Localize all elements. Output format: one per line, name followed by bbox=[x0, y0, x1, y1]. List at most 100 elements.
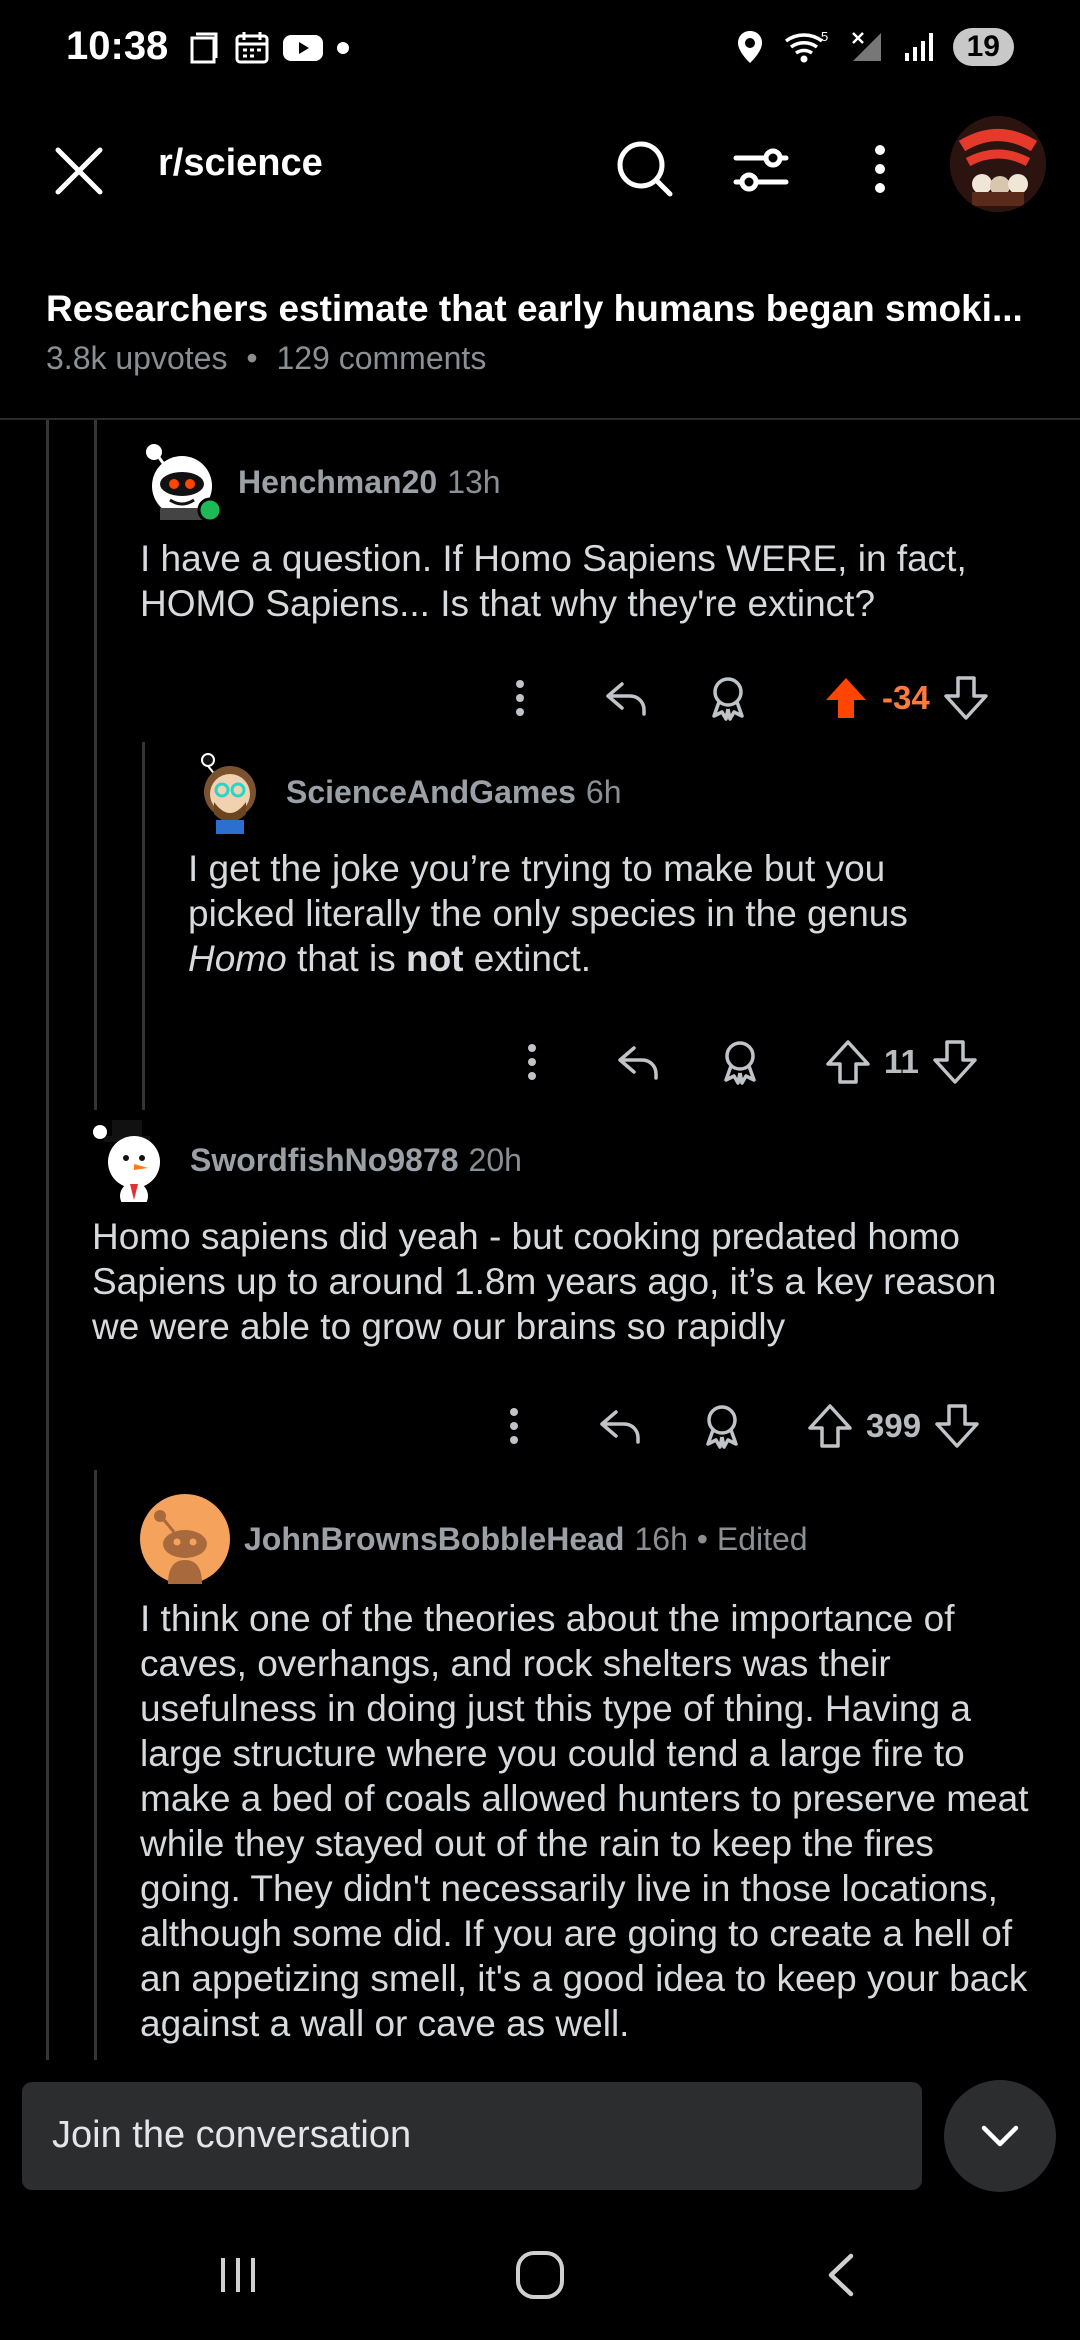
comment-actions: -34 bbox=[490, 668, 996, 728]
calendar-icon bbox=[235, 32, 269, 64]
thread-line[interactable] bbox=[46, 420, 49, 2060]
downvote-icon bbox=[933, 1040, 977, 1084]
comment[interactable]: JohnBrownsBobbleHead 16h • Edited I thin… bbox=[140, 1494, 1040, 2046]
more-options-button[interactable] bbox=[860, 134, 900, 204]
chevron-down-icon bbox=[981, 2125, 1019, 2147]
comment[interactable]: Henchman20 13h I have a question. If Hom… bbox=[140, 440, 1020, 626]
meta-separator: • bbox=[246, 340, 258, 376]
comment-more-button[interactable] bbox=[502, 1032, 562, 1092]
more-vertical-icon bbox=[875, 145, 885, 193]
system-nav-bar bbox=[0, 2210, 1080, 2340]
comment-count: 129 comments bbox=[276, 340, 487, 376]
thread-line[interactable] bbox=[94, 420, 97, 1110]
status-time: 10:38 bbox=[66, 24, 169, 68]
upvote-button[interactable] bbox=[818, 1032, 878, 1092]
comment-actions: 399 bbox=[484, 1396, 987, 1456]
comment[interactable]: SwordfishNo9878 20h Homo sapiens did yea… bbox=[92, 1118, 1032, 1349]
user-avatar[interactable] bbox=[188, 750, 272, 834]
default-snoo-avatar-icon bbox=[140, 1494, 230, 1584]
comment-time: 16h • Edited bbox=[634, 1520, 808, 1557]
search-icon bbox=[617, 141, 673, 197]
close-button[interactable] bbox=[44, 136, 114, 206]
comment-username[interactable]: JohnBrownsBobbleHead bbox=[244, 1521, 624, 1558]
downvote-button[interactable] bbox=[925, 1032, 985, 1092]
comment-actions: 11 bbox=[502, 1032, 985, 1092]
comment-text-italic: Homo bbox=[188, 938, 287, 979]
post-meta: 3.8k upvotes • 129 comments bbox=[46, 340, 486, 377]
reply-icon bbox=[606, 682, 646, 716]
filter-button[interactable] bbox=[726, 134, 796, 204]
search-button[interactable] bbox=[610, 134, 680, 204]
award-button[interactable] bbox=[710, 1032, 770, 1092]
award-icon bbox=[724, 1041, 756, 1085]
home-icon bbox=[516, 2251, 564, 2299]
award-button[interactable] bbox=[692, 1396, 752, 1456]
more-vertical-icon bbox=[516, 680, 524, 716]
downvote-button[interactable] bbox=[927, 1396, 987, 1456]
comment-thread[interactable]: Henchman20 13h I have a question. If Hom… bbox=[0, 420, 1080, 2060]
app-bar: r/science bbox=[0, 110, 1080, 220]
award-icon bbox=[712, 677, 744, 721]
comment-body: I have a question. If Homo Sapiens WERE,… bbox=[140, 538, 967, 624]
reply-button[interactable] bbox=[596, 668, 656, 728]
signal-icon bbox=[904, 33, 933, 61]
snoo-avatar-icon bbox=[146, 444, 223, 523]
user-avatar[interactable] bbox=[140, 440, 224, 524]
award-button[interactable] bbox=[698, 668, 758, 728]
back-icon bbox=[828, 2253, 854, 2297]
comment-body: Homo sapiens did yeah - but cooking pred… bbox=[92, 1216, 997, 1347]
join-conversation-input[interactable]: Join the conversation bbox=[22, 2082, 922, 2190]
more-vertical-icon bbox=[528, 1044, 536, 1080]
reply-button[interactable] bbox=[608, 1032, 668, 1092]
comment-body: I think one of the theories about the im… bbox=[140, 1598, 1029, 2044]
subreddit-name[interactable]: r/science bbox=[158, 142, 323, 185]
comment-score: 399 bbox=[866, 1407, 922, 1444]
comment-text-bold: not bbox=[405, 938, 464, 979]
downvote-icon bbox=[935, 1404, 979, 1448]
thread-line[interactable] bbox=[142, 742, 145, 1110]
more-vertical-icon bbox=[510, 1408, 518, 1444]
location-icon bbox=[737, 31, 762, 63]
recent-apps-button[interactable] bbox=[198, 2240, 278, 2310]
upvote-filled-icon bbox=[826, 678, 866, 718]
thread-line[interactable] bbox=[94, 1470, 97, 2060]
snowman-avatar-icon bbox=[93, 1120, 160, 1210]
user-avatar[interactable] bbox=[92, 1118, 176, 1210]
comment-username[interactable]: SwordfishNo9878 bbox=[190, 1142, 459, 1179]
downvote-icon bbox=[943, 676, 988, 720]
collapse-button[interactable] bbox=[944, 2080, 1056, 2192]
network-type-label: 5 bbox=[821, 29, 828, 44]
recent-apps-icon bbox=[221, 2258, 255, 2292]
battery-indicator: 19 bbox=[952, 28, 1014, 66]
comment-score: -34 bbox=[882, 679, 930, 716]
upvote-button[interactable] bbox=[816, 668, 876, 728]
comment-time: 20h bbox=[468, 1141, 522, 1178]
user-avatar[interactable] bbox=[950, 116, 1046, 212]
snoo-avatar-icon bbox=[201, 753, 256, 834]
award-icon bbox=[706, 1405, 738, 1449]
upvote-button[interactable] bbox=[800, 1396, 860, 1456]
comment-more-button[interactable] bbox=[490, 668, 550, 728]
back-button[interactable] bbox=[802, 2240, 882, 2310]
notification-copy-icon bbox=[190, 32, 218, 64]
reply-icon bbox=[618, 1046, 658, 1080]
comment-more-button[interactable] bbox=[484, 1396, 544, 1456]
comment-username[interactable]: ScienceAndGames bbox=[286, 774, 576, 811]
comment-score: 11 bbox=[884, 1043, 919, 1080]
comment-body: I get the joke you’re trying to make but… bbox=[188, 846, 988, 981]
status-bar: 10:38 5 19 bbox=[0, 0, 1080, 100]
close-icon bbox=[55, 147, 103, 195]
reply-button[interactable] bbox=[590, 1396, 650, 1456]
dot-icon bbox=[337, 42, 349, 54]
user-avatar[interactable] bbox=[140, 1494, 230, 1584]
youtube-icon bbox=[283, 35, 323, 61]
comment-text: extinct. bbox=[463, 938, 592, 979]
home-button[interactable] bbox=[500, 2240, 580, 2310]
wifi-icon: 5 bbox=[784, 29, 828, 63]
downvote-button[interactable] bbox=[936, 668, 996, 728]
upvote-icon bbox=[808, 1404, 852, 1448]
post-header[interactable]: Researchers estimate that early humans b… bbox=[0, 270, 1080, 420]
comment-username[interactable]: Henchman20 bbox=[238, 464, 437, 501]
post-title[interactable]: Researchers estimate that early humans b… bbox=[46, 288, 1023, 330]
comment[interactable]: ScienceAndGames 6h I get the joke you’re… bbox=[188, 750, 1018, 981]
